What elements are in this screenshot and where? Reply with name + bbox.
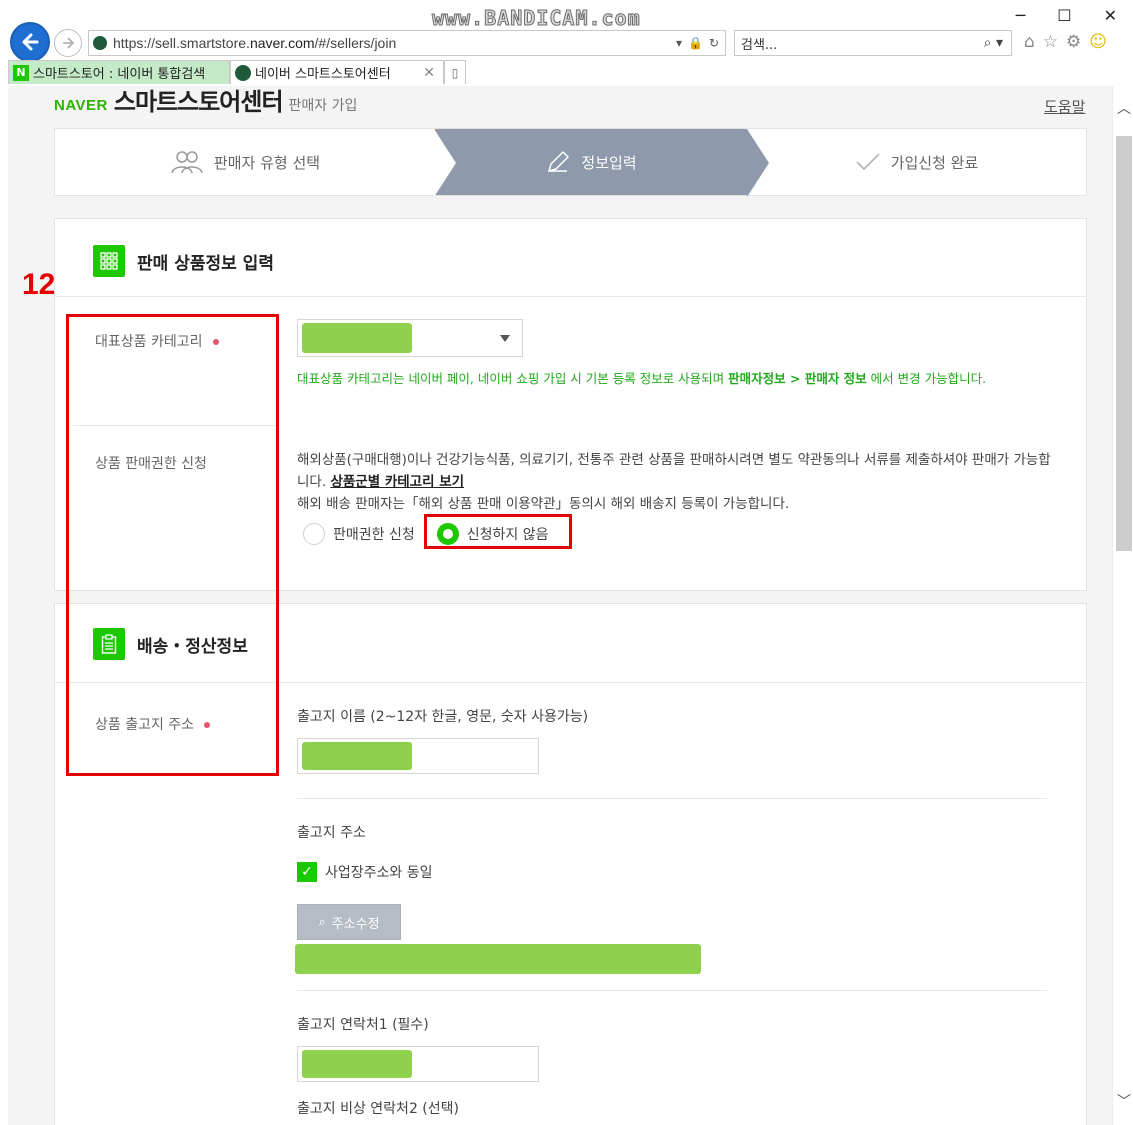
radio-circle	[303, 523, 325, 545]
pencil-icon	[548, 150, 570, 173]
origin-name-input[interactable]	[297, 738, 539, 774]
redacted-value	[302, 742, 412, 770]
toolbar-icons: ⌂ ☆ ⚙ ☺	[1024, 32, 1107, 52]
step-progress: 판매자 유형 선택 정보입력 가입신청 완료	[54, 128, 1087, 197]
site-favicon	[93, 36, 107, 50]
address-tools: ▾ 🔒 ↻	[676, 36, 725, 50]
users-icon	[171, 151, 203, 174]
refresh-icon[interactable]: ↻	[709, 36, 719, 50]
category-select[interactable]	[297, 319, 523, 357]
category-note: 대표상품 카테고리는 네이버 페이, 네이버 쇼핑 가입 시 기본 등록 정보로…	[297, 371, 987, 386]
tab-naver-search[interactable]: N 스마트스토어 : 네이버 통합검색	[8, 60, 230, 84]
step-complete: 가입신청 완료	[747, 129, 1086, 195]
smiley-icon[interactable]: ☺	[1089, 32, 1107, 52]
search-icon[interactable]: ⌕ ▾	[984, 35, 1003, 51]
window-controls: ─ ☐ ✕	[1016, 6, 1117, 25]
naver-n-icon: N	[13, 64, 29, 81]
favorites-star-icon[interactable]: ☆	[1043, 32, 1058, 52]
smartstore-icon	[235, 64, 251, 81]
back-button[interactable]	[10, 22, 50, 62]
radio-apply[interactable]: 판매권한 신청	[297, 519, 421, 549]
scroll-down-icon[interactable]: ﹀	[1117, 1091, 1131, 1111]
browser-chrome: www.BANDICAM.com ─ ☐ ✕ https://sell.smar…	[0, 0, 1133, 86]
forward-button[interactable]	[54, 29, 82, 57]
minimize-icon[interactable]: ─	[1016, 6, 1026, 25]
tab-smartstore[interactable]: 네이버 스마트스토어센터 ✕	[230, 60, 444, 84]
search-box[interactable]: 검색... ⌕ ▾	[734, 30, 1012, 56]
redacted-value	[302, 1050, 412, 1078]
step-label: 가입신청 완료	[890, 153, 979, 172]
grid-icon	[93, 245, 125, 277]
category-link[interactable]: 상품군별 카테고리 보기	[330, 474, 464, 490]
check-icon	[856, 153, 880, 171]
address-edit-button[interactable]: ⌕ 주소수정	[297, 904, 401, 940]
help-link[interactable]: 도움말	[1044, 96, 1085, 117]
section-header: 판매 상품정보 입력	[93, 245, 274, 277]
lock-icon[interactable]: 🔒	[688, 36, 703, 50]
step-label: 판매자 유형 선택	[213, 153, 321, 172]
scroll-thumb[interactable]	[1116, 136, 1132, 551]
close-tab-icon[interactable]: ✕	[423, 65, 435, 81]
maximize-icon[interactable]: ☐	[1057, 6, 1071, 25]
contact2-label: 출고지 비상 연락처2 (선택)	[297, 1101, 459, 1117]
field-divider	[297, 798, 1047, 799]
scroll-up-icon[interactable]: ︿	[1117, 98, 1131, 118]
step-label: 정보입력	[581, 153, 637, 172]
chevron-down-icon	[500, 335, 510, 342]
home-icon[interactable]: ⌂	[1024, 32, 1035, 52]
step-info-input: 정보입력	[434, 129, 769, 197]
dropdown-icon[interactable]: ▾	[676, 36, 682, 50]
redacted-address	[295, 944, 701, 974]
tab-strip: N 스마트스토어 : 네이버 통합검색 네이버 스마트스토어센터 ✕ ▯	[8, 60, 466, 84]
field-divider	[297, 990, 1047, 991]
vertical-scrollbar[interactable]: ︿ ﹀	[1112, 86, 1133, 1125]
tab-label: 네이버 스마트스토어센터	[255, 67, 391, 82]
origin-name-label: 출고지 이름 (2~12자 한글, 영문, 숫자 사용가능)	[297, 709, 589, 725]
section-divider	[55, 296, 1086, 297]
highlight-box-labels	[66, 314, 279, 776]
permission-description: 해외상품(구매대행)이나 건강기능식품, 의료기기, 전통주 관련 상품을 판매…	[297, 452, 1051, 512]
contact1-label: 출고지 연락처1 (필수)	[297, 1017, 429, 1033]
tab-label: 스마트스토어 : 네이버 통합검색	[33, 67, 206, 82]
url-text: https://sell.smartstore.naver.com/#/sell…	[113, 35, 397, 51]
arrow-left-icon	[22, 33, 39, 51]
naver-logo: NAVER	[54, 97, 108, 114]
origin-address-label: 출고지 주소	[297, 825, 366, 841]
section-title: 판매 상품정보 입력	[137, 253, 274, 274]
step-seller-type: 판매자 유형 선택	[55, 129, 435, 195]
watermark: www.BANDICAM.com	[432, 6, 641, 31]
same-as-business-checkbox[interactable]: ✓ 사업장주소와 동일	[297, 862, 433, 882]
contact1-input[interactable]	[297, 1046, 539, 1082]
search-icon: ⌕	[318, 914, 326, 930]
page-title: 스마트스토어센터	[113, 88, 284, 116]
close-window-icon[interactable]: ✕	[1104, 6, 1117, 25]
gear-icon[interactable]: ⚙	[1066, 32, 1081, 52]
highlight-box-radio	[424, 514, 572, 549]
search-placeholder: 검색...	[741, 37, 778, 53]
page-content: NAVER 스마트스토어센터 판매자 가입 도움말 판매자 유형 선택 정보입력…	[8, 86, 1112, 1125]
header-logo: NAVER 스마트스토어센터 판매자 가입	[54, 86, 357, 117]
address-bar[interactable]: https://sell.smartstore.naver.com/#/sell…	[88, 30, 726, 56]
checkmark-icon: ✓	[297, 862, 317, 882]
redacted-value	[302, 323, 412, 353]
page-subtitle: 판매자 가입	[288, 98, 358, 114]
new-tab-button[interactable]: ▯	[444, 60, 466, 84]
arrow-right-icon	[63, 37, 75, 49]
